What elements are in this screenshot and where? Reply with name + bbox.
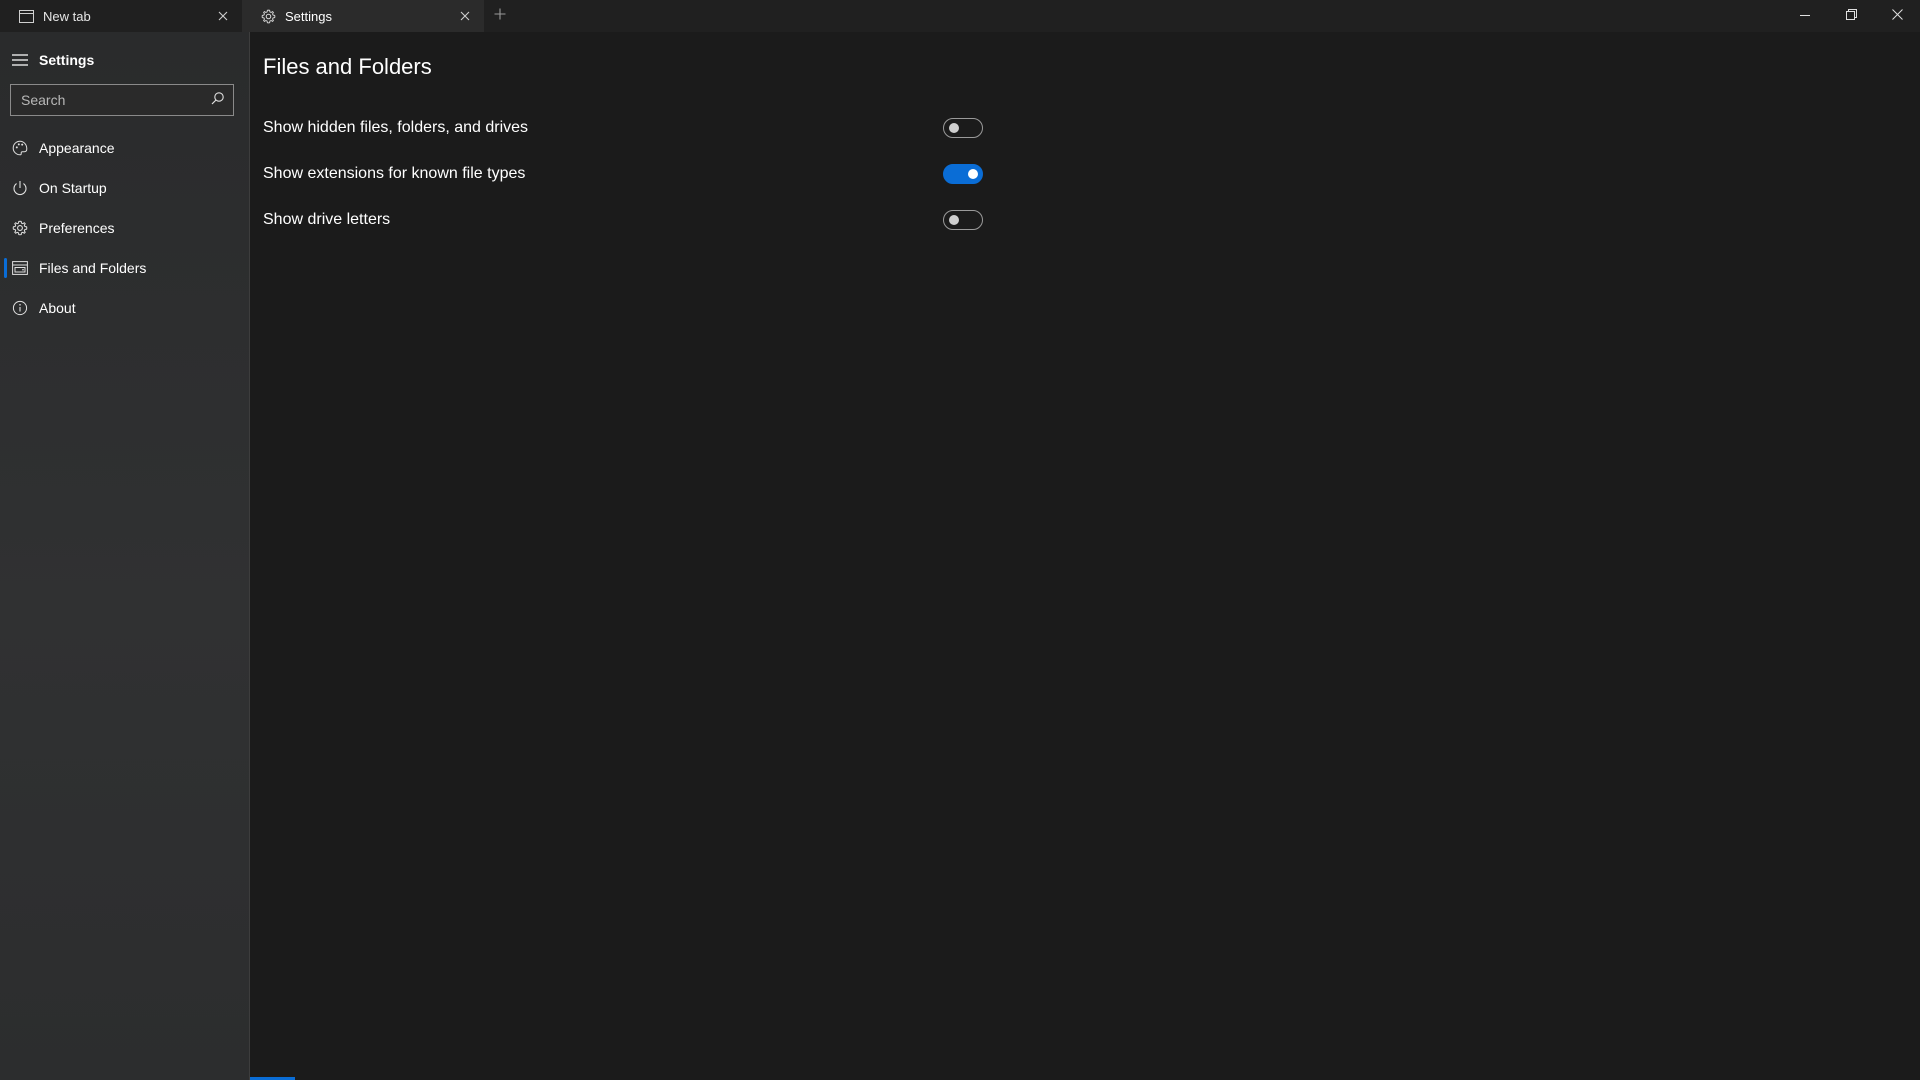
sidebar-item-files-and-folders[interactable]: Files and Folders [0, 248, 249, 288]
close-icon [1891, 7, 1903, 25]
search-button[interactable] [203, 85, 233, 115]
show-drive-letters-toggle[interactable] [943, 210, 983, 230]
search-input[interactable] [11, 85, 203, 115]
hamburger-menu-icon[interactable] [12, 52, 28, 68]
sidebar-item-about[interactable]: About [0, 288, 249, 328]
sidebar-title: Settings [39, 52, 95, 68]
setting-label: Show drive letters [263, 211, 391, 228]
restore-icon [1845, 7, 1857, 25]
tab-new-tab[interactable]: New tab [0, 0, 242, 32]
power-icon [12, 180, 28, 196]
tab-label: Settings [285, 8, 332, 24]
show-hidden-files-toggle[interactable] [943, 118, 983, 138]
sidebar-item-preferences[interactable]: Preferences [0, 208, 249, 248]
toggle-knob [968, 169, 978, 179]
setting-label: Show extensions for known file types [263, 165, 526, 182]
search-icon [211, 91, 225, 110]
settings-sidebar: Settings Appearance On Startup Prefere [0, 32, 250, 1080]
plus-icon [494, 7, 506, 25]
minimize-icon [1800, 7, 1810, 25]
palette-icon [12, 140, 28, 156]
setting-row-show-drive-letters: Show drive letters [263, 205, 983, 235]
sidebar-header: Settings [0, 32, 249, 88]
sidebar-item-appearance[interactable]: Appearance [0, 128, 249, 168]
title-bar-drag-area [516, 0, 1782, 32]
setting-label: Show hidden files, folders, and drives [263, 119, 529, 136]
drive-icon [12, 260, 28, 276]
sidebar-item-label: Appearance [39, 140, 115, 156]
settings-content: Files and Folders Show hidden files, fol… [263, 32, 1920, 1080]
close-tab-icon[interactable] [456, 7, 474, 25]
sidebar-item-on-startup[interactable]: On Startup [0, 168, 249, 208]
info-icon [12, 300, 28, 316]
toggle-knob [949, 123, 959, 133]
sidebar-item-label: Files and Folders [39, 260, 147, 276]
toggle-knob [949, 215, 959, 225]
setting-row-show-hidden-files: Show hidden files, folders, and drives [263, 113, 983, 143]
window-icon [18, 8, 34, 24]
sidebar-item-label: Preferences [39, 220, 115, 236]
restore-button[interactable] [1828, 0, 1874, 32]
gear-icon [12, 220, 28, 236]
sidebar-item-label: On Startup [39, 180, 107, 196]
tab-settings[interactable]: Settings [242, 0, 484, 32]
close-tab-icon[interactable] [214, 7, 232, 25]
show-extensions-toggle[interactable] [943, 164, 983, 184]
title-bar: New tab Settings [0, 0, 1920, 32]
search-box [10, 84, 234, 116]
setting-row-show-extensions: Show extensions for known file types [263, 159, 983, 189]
sidebar-nav: Appearance On Startup Preferences Files … [0, 128, 249, 328]
gear-icon [260, 8, 276, 24]
tab-label: New tab [43, 8, 91, 24]
page-title: Files and Folders [263, 54, 432, 79]
close-window-button[interactable] [1874, 0, 1920, 32]
sidebar-item-label: About [39, 300, 76, 316]
new-tab-button[interactable] [484, 0, 516, 32]
minimize-button[interactable] [1782, 0, 1828, 32]
